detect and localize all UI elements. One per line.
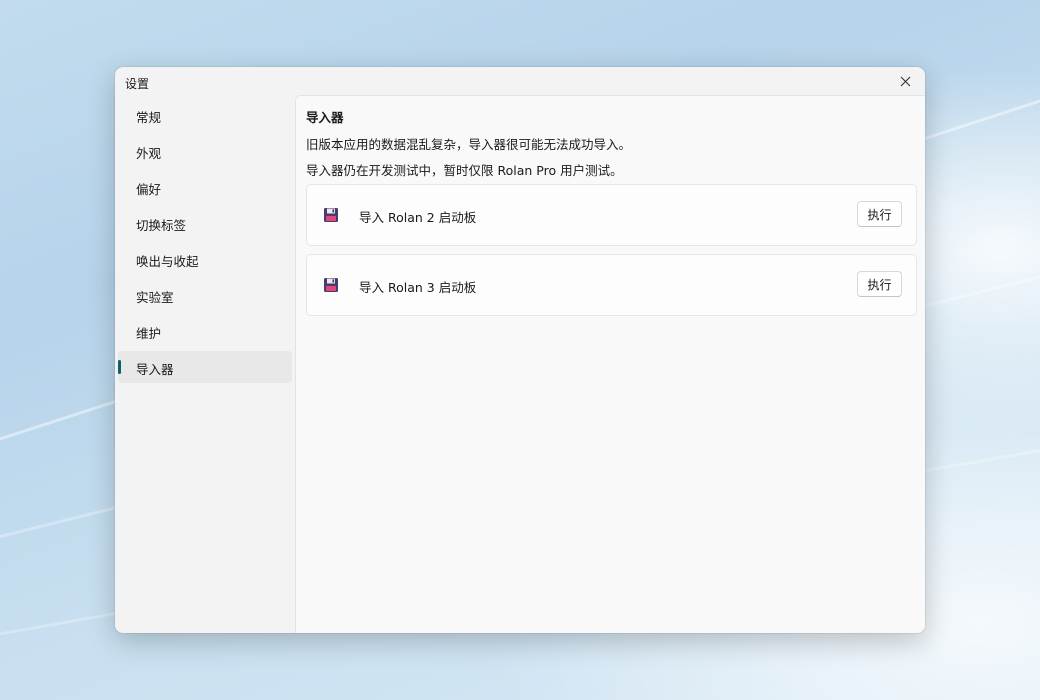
execute-button[interactable]: 执行	[857, 201, 902, 227]
window-title: 设置	[125, 77, 150, 91]
description-text: 旧版本应用的数据混乱复杂，导入器很可能无法成功导入。	[306, 137, 632, 152]
sidebar-item-general[interactable]: 常规	[118, 99, 292, 131]
sidebar-item-label: 导入器	[136, 362, 174, 377]
sidebar-item-label: 偏好	[136, 182, 162, 197]
content-panel: 导入器 旧版本应用的数据混乱复杂，导入器很可能无法成功导入。 导入器仍在开发测试…	[295, 95, 925, 633]
sidebar-item-label: 维护	[136, 326, 162, 341]
sidebar-item-label: 常规	[136, 110, 162, 125]
sidebar-item-importer[interactable]: 导入器	[118, 351, 292, 383]
close-button[interactable]	[897, 73, 913, 89]
sidebar-item-show-hide[interactable]: 唤出与收起	[118, 243, 292, 275]
close-icon	[900, 76, 910, 86]
sidebar-item-maintenance[interactable]: 维护	[118, 315, 292, 347]
settings-window: 设置 常规 外观 偏好 切换标签 唤出与收起 实验室 维护 导入器 导入器 旧版…	[115, 67, 925, 633]
page-title: 导入器	[306, 110, 344, 125]
import-rolan3-card: 导入 Rolan 3 启动板 执行	[306, 254, 917, 316]
active-indicator	[118, 360, 121, 374]
title-bar: 设置	[115, 67, 925, 95]
description-text: 导入器仍在开发测试中，暂时仅限 Rolan Pro 用户测试。	[306, 163, 623, 178]
floppy-disk-icon	[324, 208, 338, 222]
sidebar-item-label: 唤出与收起	[136, 254, 199, 269]
execute-button[interactable]: 执行	[857, 271, 902, 297]
import-rolan2-card: 导入 Rolan 2 启动板 执行	[306, 184, 917, 246]
card-label: 导入 Rolan 2 启动板	[359, 210, 477, 225]
card-label: 导入 Rolan 3 启动板	[359, 280, 477, 295]
sidebar-item-appearance[interactable]: 外观	[118, 135, 292, 167]
sidebar: 常规 外观 偏好 切换标签 唤出与收起 实验室 维护 导入器	[115, 95, 295, 633]
sidebar-item-preferences[interactable]: 偏好	[118, 171, 292, 203]
sidebar-item-switch-tabs[interactable]: 切换标签	[118, 207, 292, 239]
floppy-disk-icon	[324, 278, 338, 292]
sidebar-item-label: 切换标签	[136, 218, 187, 233]
sidebar-item-label: 外观	[136, 146, 162, 161]
sidebar-item-lab[interactable]: 实验室	[118, 279, 292, 311]
sidebar-item-label: 实验室	[136, 290, 174, 305]
